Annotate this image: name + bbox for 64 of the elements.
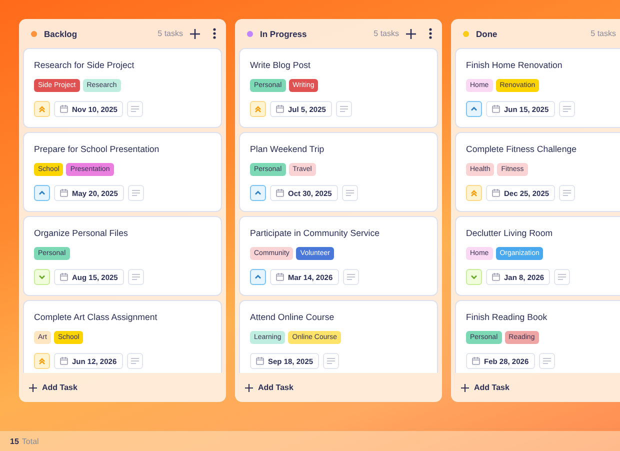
- add-icon[interactable]: [190, 28, 200, 38]
- notes-icon[interactable]: [336, 101, 352, 117]
- task-count: 5 tasks: [590, 29, 616, 38]
- task-title: Prepare for School Presentation: [34, 143, 160, 156]
- notes-icon[interactable]: [342, 269, 359, 285]
- task-title: Complete Fitness Challenge: [466, 143, 578, 156]
- total-label: Total: [22, 436, 39, 446]
- notes-icon[interactable]: [128, 269, 144, 285]
- task-title: Research for Side Project: [34, 59, 136, 72]
- chevron-up-icon[interactable]: [250, 185, 266, 201]
- notes-icon[interactable]: [342, 185, 358, 201]
- calendar-icon: [472, 357, 480, 365]
- notes-icon[interactable]: [559, 185, 576, 201]
- task-title: Complete Art Class Assignment: [34, 311, 158, 324]
- task-title: Finish Reading Book: [466, 311, 548, 324]
- notes-icon[interactable]: [554, 269, 570, 285]
- chevron-down-icon[interactable]: [466, 269, 482, 285]
- chevron-down-icon[interactable]: [34, 269, 50, 285]
- total-count: 15: [10, 436, 19, 446]
- column-title: In Progress: [260, 28, 308, 38]
- add-task-button[interactable]: Add Task: [451, 373, 620, 402]
- add-task-button[interactable]: Add Task: [235, 373, 442, 402]
- calendar-icon: [276, 189, 284, 197]
- calendar-icon: [276, 105, 284, 113]
- task-title: Attend Online Course: [250, 311, 336, 324]
- notes-icon[interactable]: [128, 185, 144, 201]
- notes-icon[interactable]: [558, 101, 575, 117]
- chevron-up-icon[interactable]: [250, 269, 266, 285]
- add-icon[interactable]: [406, 28, 416, 38]
- calendar-icon: [276, 273, 284, 281]
- task-title: Organize Personal Files: [34, 227, 129, 240]
- calendar-icon: [60, 273, 68, 281]
- calendar-icon: [256, 357, 264, 365]
- double-chevron-up-icon[interactable]: [466, 185, 482, 201]
- plus-icon: [29, 384, 37, 392]
- task-count: 5 tasks: [158, 29, 183, 38]
- more-icon[interactable]: [213, 28, 216, 39]
- calendar-icon: [60, 189, 68, 197]
- chevron-up-icon[interactable]: [466, 101, 482, 117]
- more-icon[interactable]: [429, 28, 432, 39]
- task-title: Declutter Living Room: [466, 227, 554, 240]
- calendar-icon: [492, 273, 500, 281]
- calendar-icon: [492, 105, 500, 113]
- chevron-up-icon[interactable]: [34, 185, 50, 201]
- notes-icon[interactable]: [127, 101, 144, 117]
- task-title: Participate in Community Service: [250, 227, 381, 240]
- notes-icon[interactable]: [126, 353, 143, 369]
- task-title: Write Blog Post: [250, 59, 312, 72]
- calendar-icon: [60, 105, 68, 113]
- plus-icon: [461, 384, 469, 392]
- calendar-icon: [60, 357, 68, 365]
- double-chevron-up-icon[interactable]: [34, 353, 50, 369]
- add-task-button[interactable]: Add Task: [19, 373, 226, 402]
- notes-icon[interactable]: [323, 353, 340, 369]
- task-title: Plan Weekend Trip: [250, 143, 326, 156]
- task-title: Finish Home Renovation: [466, 59, 564, 72]
- plus-icon: [245, 384, 253, 392]
- column-title: Backlog: [44, 28, 78, 38]
- calendar-icon: [492, 189, 500, 197]
- column-title: Done: [476, 28, 498, 38]
- double-chevron-up-icon[interactable]: [250, 101, 266, 117]
- notes-icon[interactable]: [538, 353, 555, 369]
- task-count: 5 tasks: [374, 29, 399, 38]
- double-chevron-up-icon[interactable]: [34, 101, 50, 117]
